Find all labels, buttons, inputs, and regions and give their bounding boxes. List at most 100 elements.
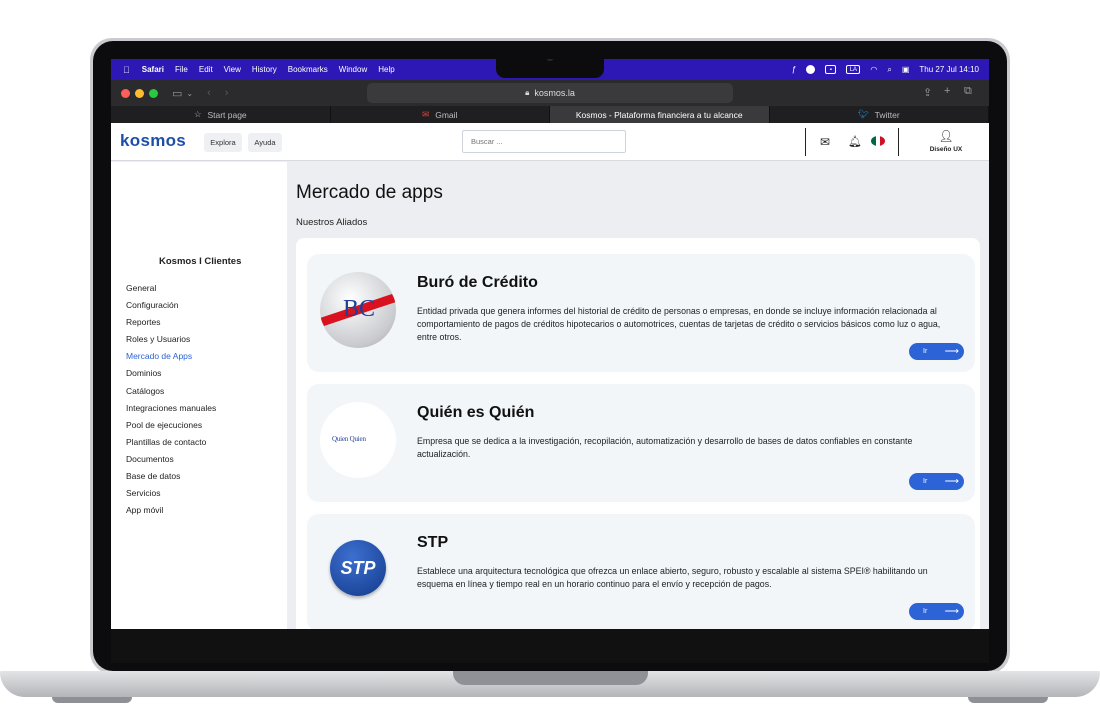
bell-icon[interactable]: 🔔︎ — [848, 135, 862, 148]
sidebar-item-app-movil[interactable]: App móvil — [126, 502, 216, 519]
ir-button-label: Ir — [923, 608, 928, 615]
nav-ayuda-button[interactable]: Ayuda — [248, 133, 282, 152]
safari-toolbar: ▭ ⌄ ‹ › 🔒︎ kosmos.la ⇪ + ⧉ — [111, 80, 989, 106]
tab-start-page[interactable]: ☆ Start page — [111, 106, 331, 123]
input-source-icon[interactable]: LA — [846, 65, 861, 74]
page-title: Mercado de apps — [296, 182, 443, 203]
tab-gmail[interactable]: ✉ Gmail — [331, 106, 550, 123]
star-icon: ☆ — [193, 109, 202, 119]
ir-button[interactable]: Ir ⟶ — [909, 343, 964, 360]
arrow-right-icon: ⟶ — [944, 476, 959, 487]
close-window-button[interactable] — [121, 88, 130, 98]
ir-button[interactable]: Ir ⟶ — [909, 603, 964, 620]
address-bar[interactable]: 🔒︎ kosmos.la — [367, 83, 733, 103]
sidebar-item-general[interactable]: General — [126, 280, 216, 297]
menu-app-name[interactable]: Safari — [142, 65, 164, 74]
telegram-icon[interactable] — [806, 65, 816, 74]
app-header: kosmos Explora Ayuda ✉︎ 🔔︎ 👤︎ Diseño UX — [111, 123, 989, 161]
menu-file[interactable]: File — [175, 65, 188, 74]
tab-label: Start page — [207, 109, 247, 120]
user-name: Diseño UX — [929, 146, 963, 153]
arrow-right-icon: ⟶ — [944, 606, 959, 617]
menu-view[interactable]: View — [224, 65, 241, 74]
sidebar-item-documentos[interactable]: Documentos — [126, 451, 216, 468]
sidebar-item-mercado-apps[interactable]: Mercado de Apps — [126, 348, 216, 365]
stp-logo-text: STP — [340, 557, 376, 578]
main-content: Mercado de apps Nuestros Aliados BC Buró… — [287, 162, 989, 629]
menu-edit[interactable]: Edit — [199, 65, 213, 74]
sidebar-item-reportes[interactable]: Reportes — [126, 314, 216, 331]
sidebar-title: Kosmos I Clientes — [159, 256, 242, 267]
sidebar-item-configuracion[interactable]: Configuración — [126, 297, 216, 314]
forward-icon[interactable]: › — [225, 87, 229, 99]
mail-icon[interactable]: ✉︎ — [820, 135, 830, 149]
header-divider — [898, 128, 899, 156]
figma-icon[interactable]: ƒ — [792, 65, 796, 74]
buro-logo: BC — [320, 272, 396, 348]
camera-notch — [496, 59, 604, 78]
menu-help[interactable]: Help — [378, 65, 394, 74]
app-card-quien: Quien Quien Quién es Quién Empresa que s… — [307, 384, 975, 502]
tab-bar: ☆ Start page ✉ Gmail Kosmos - Plataforma… — [111, 106, 989, 123]
sidebar-item-integraciones[interactable]: Integraciones manuales — [126, 400, 216, 417]
sidebar-item-roles-usuarios[interactable]: Roles y Usuarios — [126, 331, 216, 348]
tab-label: Gmail — [435, 109, 458, 120]
spotlight-icon[interactable]: ⌕ — [887, 65, 891, 75]
tab-overview-icon[interactable]: ⧉ — [964, 85, 972, 98]
sidebar: Kosmos I Clientes General Configuración … — [111, 162, 287, 629]
zoom-window-button[interactable] — [149, 88, 158, 98]
sidebar-item-servicios[interactable]: Servicios — [126, 485, 216, 502]
quien-logo-text: Quien Quien — [332, 435, 366, 443]
share-icon[interactable]: ⇪ — [923, 86, 932, 99]
sidebar-menu: General Configuración Reportes Roles y U… — [126, 280, 216, 519]
sidebar-item-base-datos[interactable]: Base de datos — [126, 468, 216, 485]
new-tab-icon[interactable]: + — [944, 85, 950, 97]
tab-twitter[interactable]: 🐦︎ Twitter — [770, 106, 989, 123]
header-divider — [805, 128, 806, 156]
menubar-clock[interactable]: Thu 27 Jul 14:10 — [919, 65, 979, 74]
menu-window[interactable]: Window — [339, 65, 367, 74]
user-menu[interactable]: 👤︎ Diseño UX — [923, 129, 969, 153]
wifi-icon[interactable]: ◠ — [870, 65, 877, 74]
ir-button-label: Ir — [923, 348, 928, 355]
quien-logo: Quien Quien — [320, 402, 396, 478]
tab-kosmos[interactable]: Kosmos - Plataforma financiera a tu alca… — [550, 106, 770, 123]
menu-bookmarks[interactable]: Bookmarks — [288, 65, 328, 74]
app-status-icon[interactable]: ▪ — [825, 65, 837, 74]
apple-icon[interactable]:  — [123, 65, 130, 75]
page-subtitle: Nuestros Aliados — [296, 217, 368, 228]
sidebar-toggle-icon[interactable]: ▭ — [172, 87, 182, 100]
laptop-hinge-notch — [453, 671, 648, 685]
minimize-window-button[interactable] — [135, 88, 144, 98]
mexico-flag-icon[interactable] — [871, 136, 885, 146]
user-icon: 👤︎ — [938, 129, 954, 143]
sidebar-item-plantillas[interactable]: Plantillas de contacto — [126, 434, 216, 451]
ir-button[interactable]: Ir ⟶ — [909, 473, 964, 490]
sidebar-item-catalogos[interactable]: Catálogos — [126, 383, 216, 400]
kosmos-logo[interactable]: kosmos — [120, 131, 186, 151]
apps-panel: BC Buró de Crédito Entidad privada que g… — [296, 238, 980, 629]
chevron-down-icon[interactable]: ⌄ — [186, 89, 193, 98]
tab-label: Twitter — [874, 109, 900, 120]
app-card-buro: BC Buró de Crédito Entidad privada que g… — [307, 254, 975, 372]
nav-explora-button[interactable]: Explora — [204, 133, 242, 152]
back-icon[interactable]: ‹ — [207, 87, 211, 99]
control-center-icon[interactable]: ▣ — [902, 65, 910, 74]
screen:  Safari File Edit View History Bookmark… — [111, 59, 989, 629]
sidebar-item-pool-ejecuciones[interactable]: Pool de ejecuciones — [126, 417, 216, 434]
gmail-icon: ✉ — [422, 109, 430, 119]
twitter-icon: 🐦︎ — [857, 109, 869, 119]
app-name: Quién es Quién — [417, 404, 535, 421]
address-bar-url: kosmos.la — [534, 88, 575, 98]
app-name: Buró de Crédito — [417, 274, 538, 291]
lock-icon: 🔒︎ — [525, 88, 530, 97]
menu-history[interactable]: History — [252, 65, 277, 74]
tab-label: Kosmos - Plataforma financiera a tu alca… — [575, 109, 743, 120]
app-description: Empresa que se dedica a la investigación… — [417, 436, 913, 459]
laptop-chin — [111, 629, 989, 663]
search-input[interactable] — [462, 130, 626, 153]
sidebar-item-dominios[interactable]: Dominios — [126, 365, 216, 382]
laptop-foot-left — [52, 697, 132, 703]
ir-button-label: Ir — [923, 478, 928, 485]
app-description: Establece una arquitectura tecnológica q… — [417, 566, 928, 589]
